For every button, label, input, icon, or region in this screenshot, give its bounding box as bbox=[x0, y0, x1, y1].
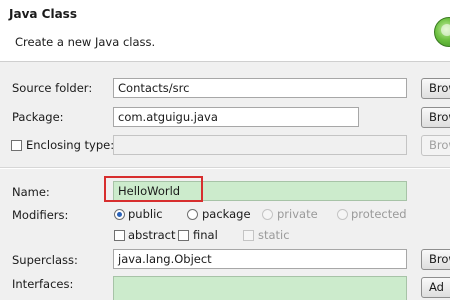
static-label: static bbox=[258, 228, 290, 242]
interfaces-add-button[interactable]: Ad bbox=[421, 277, 450, 298]
private-label: private bbox=[277, 207, 318, 221]
name-label: Name: bbox=[12, 185, 50, 199]
protected-label: protected bbox=[351, 207, 407, 221]
private-radio[interactable] bbox=[262, 209, 273, 220]
enclosing-type-label: Enclosing type: bbox=[26, 138, 115, 152]
enclosing-type-browse-button[interactable]: Brow bbox=[421, 135, 450, 156]
source-folder-input[interactable]: Contacts/src bbox=[113, 78, 407, 98]
wizard-header: Java Class Create a new Java class. bbox=[0, 0, 450, 62]
abstract-label: abstract bbox=[128, 228, 176, 242]
protected-radio[interactable] bbox=[337, 209, 348, 220]
public-label: public bbox=[128, 207, 163, 221]
wizard-title: Java Class bbox=[9, 7, 77, 21]
source-folder-label: Source folder: bbox=[12, 81, 93, 95]
java-class-wizard-icon bbox=[434, 17, 450, 47]
interfaces-list[interactable] bbox=[113, 276, 407, 300]
name-highlight-box bbox=[104, 176, 203, 202]
separator bbox=[0, 167, 450, 169]
package-label: Package: bbox=[12, 110, 64, 124]
enclosing-type-input[interactable] bbox=[113, 135, 407, 155]
package-radio[interactable] bbox=[187, 209, 198, 220]
package-browse-button[interactable]: Brow bbox=[421, 107, 450, 128]
final-label: final bbox=[193, 228, 218, 242]
public-radio[interactable] bbox=[114, 209, 125, 220]
package-input[interactable]: com.atguigu.java bbox=[113, 107, 359, 127]
static-checkbox[interactable] bbox=[243, 230, 254, 241]
abstract-checkbox[interactable] bbox=[114, 230, 125, 241]
enclosing-type-checkbox[interactable] bbox=[11, 140, 22, 151]
superclass-label: Superclass: bbox=[12, 253, 78, 267]
wizard-subtitle: Create a new Java class. bbox=[15, 35, 156, 49]
modifiers-label: Modifiers: bbox=[12, 208, 69, 222]
package-access-label: package bbox=[202, 207, 251, 221]
interfaces-label: Interfaces: bbox=[12, 277, 74, 291]
final-checkbox[interactable] bbox=[178, 230, 189, 241]
superclass-input[interactable]: java.lang.Object bbox=[113, 249, 407, 269]
superclass-browse-button[interactable]: Brow bbox=[421, 249, 450, 270]
source-folder-browse-button[interactable]: Brow bbox=[421, 78, 450, 99]
